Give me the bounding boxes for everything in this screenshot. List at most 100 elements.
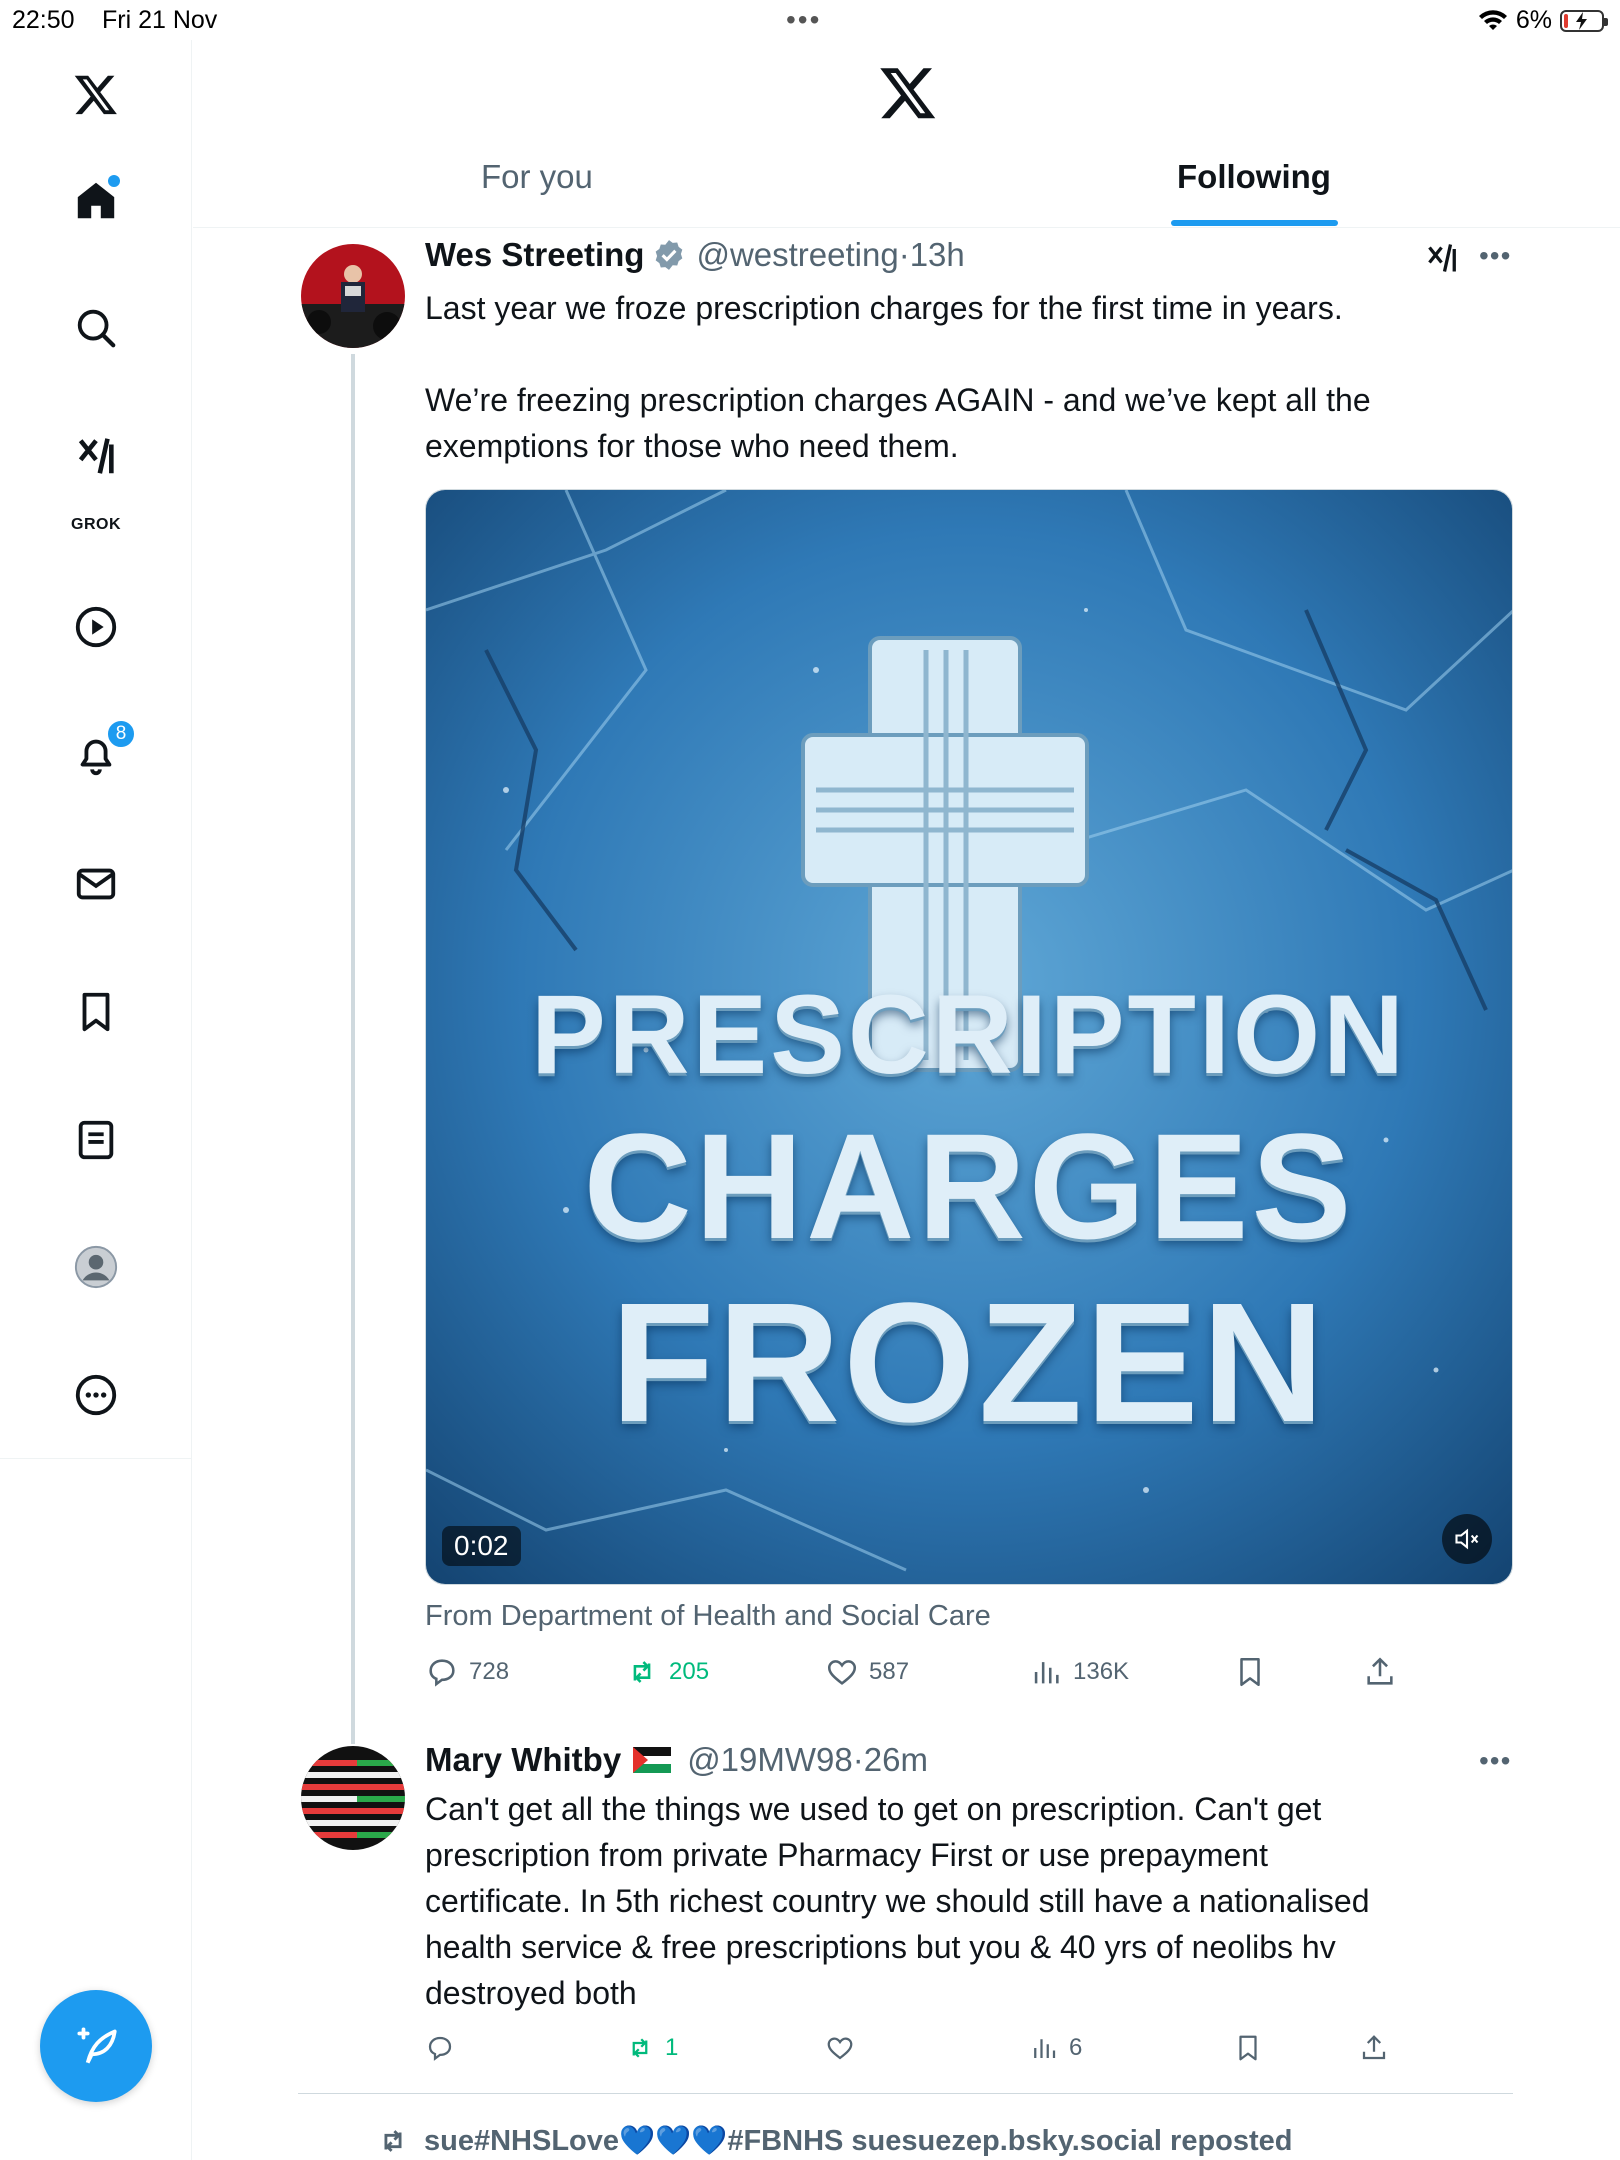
media-text-line-3: FROZEN xyxy=(610,1268,1328,1458)
sidebar-divider xyxy=(0,1458,192,1459)
tweet-text: Can't get all the things we used to get … xyxy=(425,1786,1370,2016)
status-date: Fri 21 Nov xyxy=(102,6,218,34)
reply-count: 728 xyxy=(469,1658,510,1685)
status-bar: 22:50 Fri 21 Nov ••• 6% xyxy=(0,0,1620,40)
tweet-text-line: health service & free prescriptions but … xyxy=(425,1929,1336,1965)
repost-icon xyxy=(632,2038,648,2058)
tab-for-you[interactable]: For you xyxy=(481,158,593,228)
repost-notice-text: sue#NHSLove💙💙💙#FBNHS suesuezep.bsky.soci… xyxy=(424,2125,1293,2157)
author-handle[interactable]: @19MW98 xyxy=(687,1741,853,1779)
compose-post-button[interactable] xyxy=(40,1990,152,2102)
tweet-text-line xyxy=(425,331,1371,377)
repost-icon xyxy=(384,2130,402,2152)
status-right: 6% xyxy=(1478,6,1608,35)
search-icon[interactable] xyxy=(66,298,126,358)
speaker-muted-icon xyxy=(1455,1528,1479,1550)
notifications-icon[interactable]: 8 xyxy=(66,719,136,785)
heart-icon xyxy=(827,1660,857,1685)
analytics-icon xyxy=(1034,2039,1056,2058)
tweet-actions: 1 6 xyxy=(425,2033,1425,2077)
reply-icon xyxy=(429,1659,455,1687)
bookmarks-icon[interactable] xyxy=(66,982,126,1042)
repost-icon xyxy=(633,1661,651,1683)
tweet-header: Wes Streeting @westreeting ·13h xyxy=(425,236,965,274)
tweet-text-line: exemptions for those who need them. xyxy=(425,428,959,464)
home-unread-dot xyxy=(108,175,120,187)
tweet-text-line: We’re freezing prescription charges AGAI… xyxy=(425,382,1371,418)
tweet-time[interactable]: ·13h xyxy=(899,236,965,274)
grok-label: GROK xyxy=(71,516,121,533)
verified-badge-icon xyxy=(656,240,683,270)
compose-feather-icon xyxy=(77,2027,117,2064)
grok-analyze-icon[interactable] xyxy=(1425,240,1461,276)
share-icon xyxy=(1367,1657,1393,1685)
share-button[interactable] xyxy=(1359,2033,1389,2063)
profile-avatar-icon[interactable] xyxy=(66,1237,126,1297)
media-text-line-2: CHARGES xyxy=(583,1102,1355,1270)
media-source[interactable]: From Department of Health and Social Car… xyxy=(425,1600,991,1633)
video-icon[interactable] xyxy=(66,597,126,657)
grok-icon[interactable] xyxy=(66,426,126,486)
tweet-header: Mary Whitby @19MW98 ·26m xyxy=(425,1741,928,1779)
bookmark-icon xyxy=(1240,1657,1260,1687)
lists-icon[interactable] xyxy=(66,1110,126,1170)
tweet-time[interactable]: ·26m xyxy=(853,1741,928,1779)
tweet-text: Last year we froze prescription charges … xyxy=(425,285,1371,469)
heart-icon xyxy=(827,2037,853,2060)
x-logo-icon xyxy=(880,68,936,119)
view-count: 136K xyxy=(1073,1658,1130,1685)
like-button[interactable]: 587 xyxy=(825,1655,909,1689)
reply-icon xyxy=(428,2036,452,2061)
share-icon xyxy=(1362,2035,1386,2060)
like-button[interactable] xyxy=(825,2033,865,2063)
avatar[interactable] xyxy=(301,1746,405,1850)
tweet-text-line: prescription from private Pharmacy First… xyxy=(425,1837,1268,1873)
tweet-text-line: destroyed both xyxy=(425,1975,637,2011)
tweet-divider xyxy=(298,2093,1513,2094)
home-icon[interactable] xyxy=(66,171,126,231)
tweet-text-line: Last year we froze prescription charges … xyxy=(425,290,1343,326)
repost-count: 1 xyxy=(665,2034,679,2061)
like-count: 587 xyxy=(869,1658,910,1685)
tweet-more-icon[interactable]: ••• xyxy=(1479,1745,1511,1777)
analytics-icon xyxy=(1034,1662,1059,1684)
reply-button[interactable]: 728 xyxy=(425,1655,509,1689)
messages-icon[interactable] xyxy=(66,854,126,914)
author-handle[interactable]: @westreeting xyxy=(696,236,898,274)
repost-count: 205 xyxy=(669,1658,710,1685)
tweet-text-line: Can't get all the things we used to get … xyxy=(425,1791,1322,1827)
multitasking-dots[interactable]: ••• xyxy=(786,4,821,36)
tab-active-indicator xyxy=(1171,220,1338,226)
status-time: 22:50 xyxy=(12,6,75,34)
tweet-more-icon[interactable]: ••• xyxy=(1479,240,1511,272)
bookmark-button[interactable] xyxy=(1233,1655,1267,1689)
reply-button[interactable] xyxy=(425,2033,465,2063)
repost-button[interactable]: 205 xyxy=(625,1655,709,1689)
x-logo-icon[interactable] xyxy=(66,64,126,124)
more-options-icon[interactable] xyxy=(66,1365,126,1425)
thread-connector xyxy=(351,354,355,1744)
media-text-line-1: PRESCRIPTION xyxy=(530,972,1408,1097)
repost-button[interactable]: 1 xyxy=(625,2033,678,2063)
bookmark-icon xyxy=(1239,2035,1257,2061)
view-count: 6 xyxy=(1069,2034,1083,2061)
palestine-flag-icon xyxy=(633,1747,672,1773)
notifications-badge: 8 xyxy=(106,719,136,749)
views-button[interactable]: 6 xyxy=(1029,2033,1082,2063)
author-name[interactable]: Wes Streeting xyxy=(425,236,644,274)
tweet-text-line: certificate. In 5th richest country we s… xyxy=(425,1883,1370,1919)
sidebar: GROK 8 xyxy=(0,40,192,2160)
video-duration: 0:02 xyxy=(442,1526,521,1566)
share-button[interactable] xyxy=(1363,1655,1397,1689)
tweet-video[interactable]: PRESCRIPTION CHARGES FROZEN 0:02 xyxy=(425,489,1513,1585)
tab-following[interactable]: Following xyxy=(1177,158,1331,228)
avatar[interactable] xyxy=(301,244,405,348)
bookmark-button[interactable] xyxy=(1233,2033,1263,2063)
mute-button[interactable] xyxy=(1442,1514,1492,1564)
repost-notice[interactable]: sue#NHSLove💙💙💙#FBNHS suesuezep.bsky.soci… xyxy=(376,2124,1293,2158)
views-button[interactable]: 136K xyxy=(1029,1655,1129,1689)
timeline-header: For you Following xyxy=(193,40,1620,228)
battery-icon xyxy=(1560,9,1608,32)
battery-percent: 6% xyxy=(1515,6,1552,34)
author-name[interactable]: Mary Whitby xyxy=(425,1741,621,1779)
